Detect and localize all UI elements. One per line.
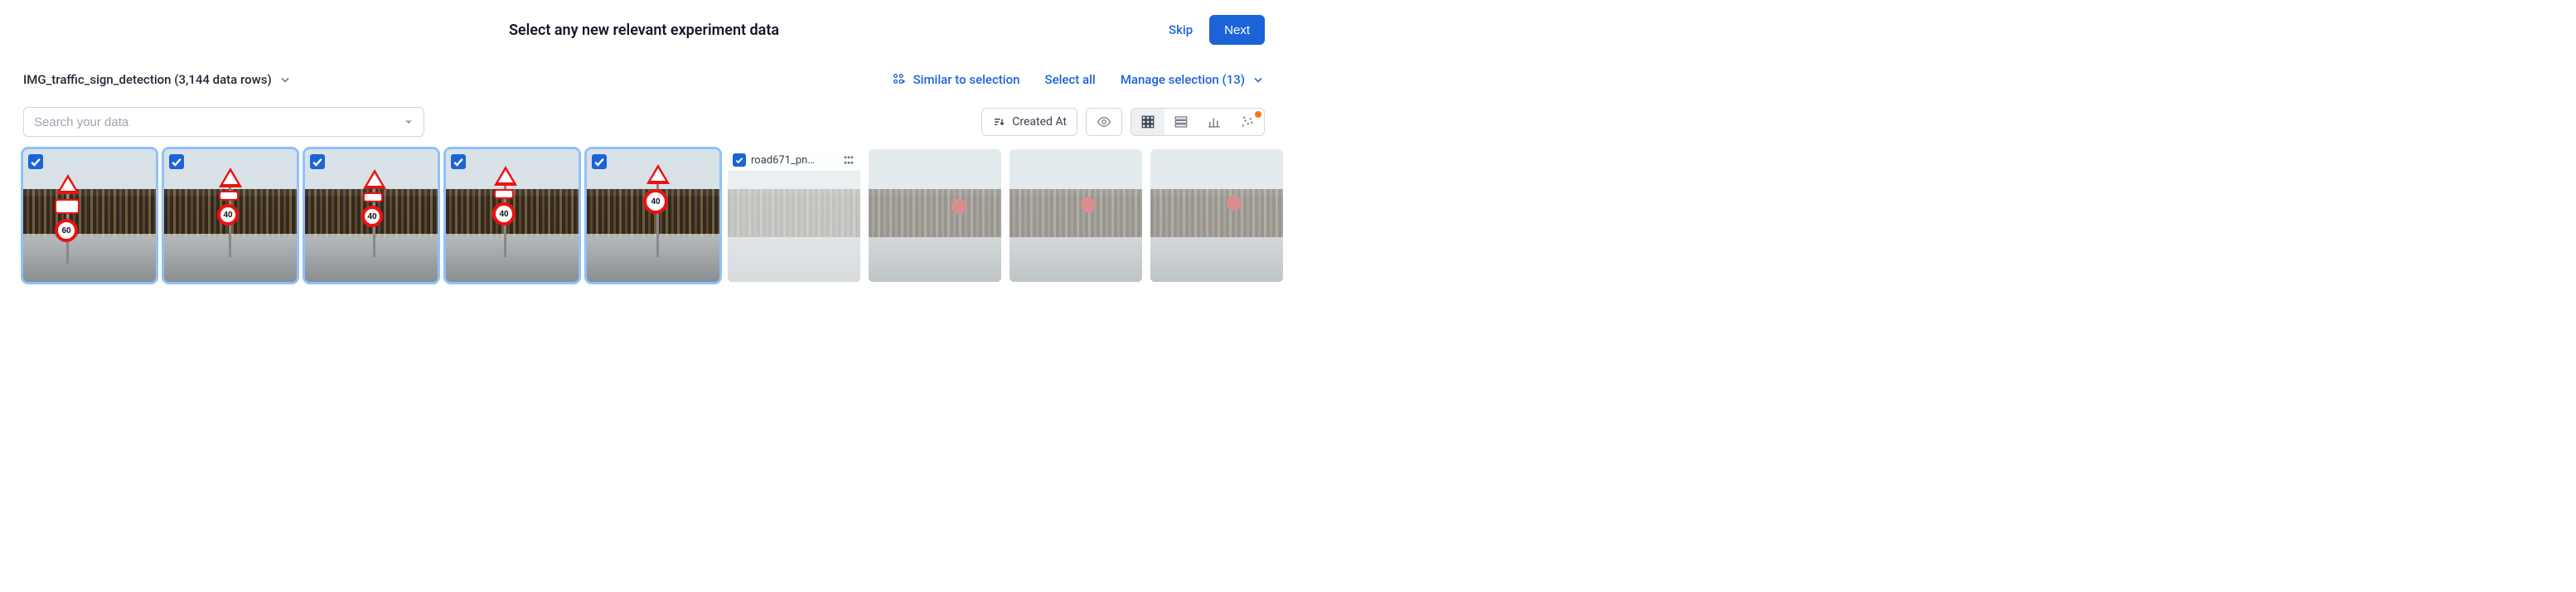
thumbnail[interactable]: 40	[305, 149, 438, 282]
similar-icon	[892, 72, 907, 87]
chevron-down-icon	[278, 73, 292, 86]
chevron-down-icon	[1252, 73, 1265, 86]
selection-checkbox[interactable]	[733, 153, 746, 167]
thumbnail[interactable]: 40	[446, 149, 579, 282]
select-all-label: Select all	[1044, 72, 1095, 87]
list-icon	[1174, 114, 1189, 129]
search-box[interactable]	[23, 107, 424, 137]
thumbnail-menu-button[interactable]	[842, 153, 855, 167]
sort-selector[interactable]: Created At	[981, 108, 1077, 136]
selection-checkbox[interactable]	[169, 154, 184, 169]
notification-dot-icon	[1255, 111, 1261, 118]
thumbnail[interactable]: 40	[164, 149, 297, 282]
page-title: Select any new relevant experiment data	[509, 22, 779, 39]
view-grid-button[interactable]	[1131, 109, 1165, 135]
thumbnail[interactable]: 60	[23, 149, 156, 282]
eye-icon	[1097, 114, 1111, 129]
selection-checkbox[interactable]	[592, 154, 607, 169]
thumbnail[interactable]: road671_pn…	[728, 149, 860, 282]
dataset-selector-label: IMG_traffic_sign_detection (3,144 data r…	[23, 72, 272, 87]
selection-checkbox[interactable]	[310, 154, 325, 169]
sort-icon	[992, 115, 1005, 129]
view-scatter-button[interactable]	[1231, 109, 1264, 135]
thumbnail[interactable]: 40	[587, 149, 719, 282]
skip-link[interactable]: Skip	[1169, 22, 1193, 37]
next-button[interactable]: Next	[1209, 15, 1265, 45]
manage-selection-link[interactable]: Manage selection (13)	[1121, 72, 1265, 87]
dataset-selector[interactable]: IMG_traffic_sign_detection (3,144 data r…	[23, 72, 292, 87]
thumbnail-hover-bar: road671_pn…	[728, 149, 860, 171]
caret-down-icon	[402, 115, 415, 129]
selection-checkbox[interactable]	[28, 154, 43, 169]
visibility-toggle[interactable]	[1086, 108, 1122, 136]
similar-to-selection-link[interactable]: Similar to selection	[892, 72, 1020, 87]
view-list-button[interactable]	[1165, 109, 1198, 135]
manage-selection-label: Manage selection (13)	[1121, 72, 1245, 87]
grid-icon	[1140, 114, 1155, 129]
similar-to-selection-label: Similar to selection	[913, 72, 1020, 87]
bar-chart-icon	[1207, 114, 1222, 129]
scatter-icon	[1240, 114, 1255, 129]
thumbnail[interactable]	[1010, 149, 1142, 282]
search-input[interactable]	[32, 114, 402, 130]
selection-checkbox[interactable]	[451, 154, 466, 169]
select-all-link[interactable]: Select all	[1044, 72, 1095, 87]
thumbnail[interactable]	[869, 149, 1001, 282]
thumbnail-strip: 60 40	[23, 149, 1265, 282]
thumbnail-filename: road671_pn…	[751, 154, 837, 167]
view-mode-group	[1131, 108, 1265, 136]
sort-label: Created At	[1012, 115, 1067, 129]
view-chart-button[interactable]	[1198, 109, 1231, 135]
thumbnail[interactable]	[1150, 149, 1283, 282]
